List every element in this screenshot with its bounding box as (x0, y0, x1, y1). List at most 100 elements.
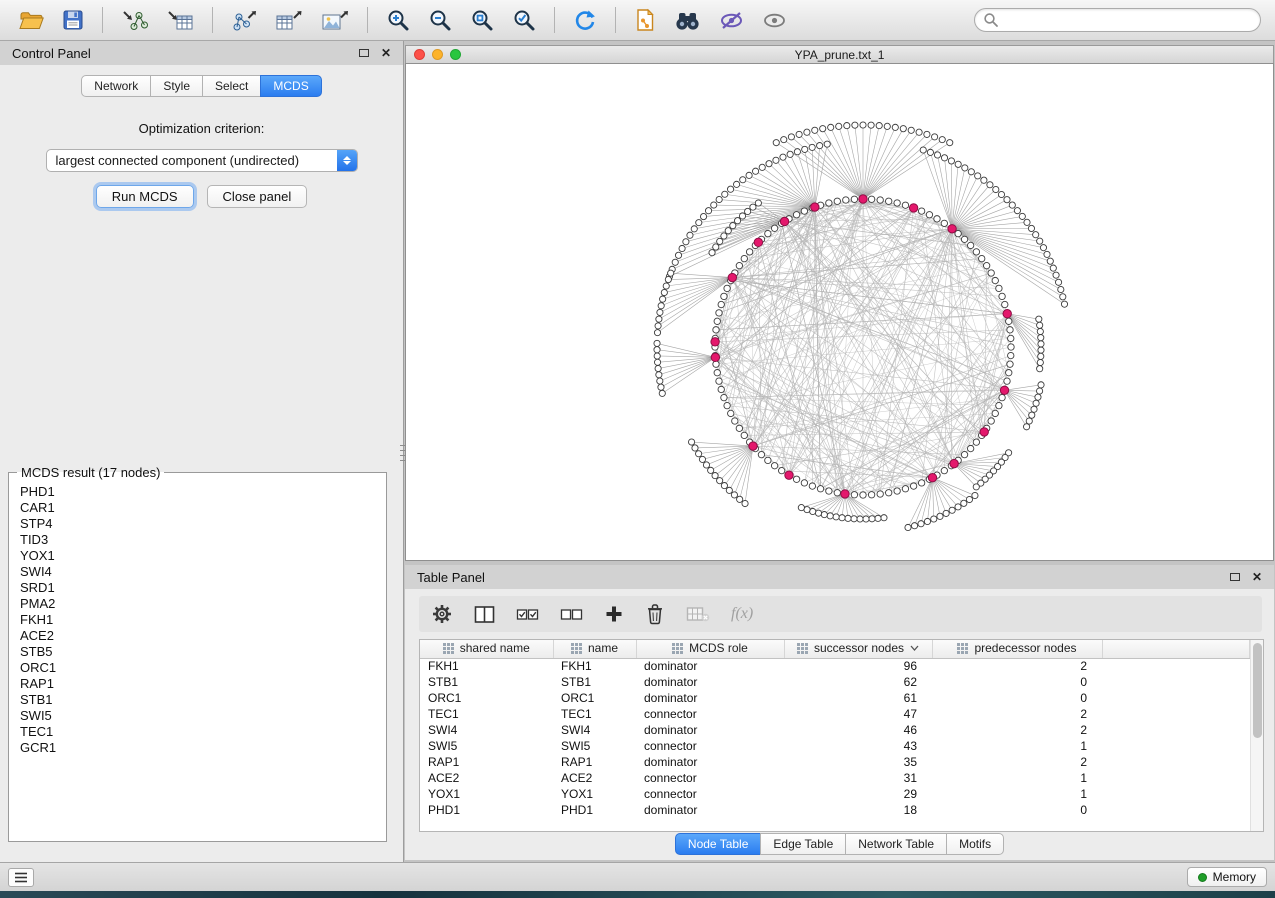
cell-name[interactable]: ORC1 (553, 690, 636, 706)
task-history-button[interactable] (8, 868, 34, 887)
import-network-button[interactable] (116, 7, 153, 34)
cell-predecessor-nodes[interactable]: 2 (932, 722, 1102, 738)
zoom-selected-button[interactable] (507, 6, 541, 34)
column-header-successor-nodes[interactable]: successor nodes (784, 640, 932, 658)
open-file-button[interactable] (14, 7, 49, 33)
mcds-result-item[interactable]: TID3 (9, 532, 386, 548)
zoom-out-button[interactable] (423, 6, 457, 34)
cell-shared-name[interactable]: ACE2 (420, 770, 553, 786)
table-row[interactable]: STB1STB1dominator620 (420, 674, 1250, 690)
table-row[interactable]: PHD1PHD1dominator180 (420, 802, 1250, 818)
show-graphics-button[interactable] (757, 8, 792, 33)
cell-successor-nodes[interactable]: 61 (784, 690, 932, 706)
cell-predecessor-nodes[interactable]: 0 (932, 802, 1102, 818)
cell-shared-name[interactable]: TEC1 (420, 706, 553, 722)
cell-predecessor-nodes[interactable]: 1 (932, 786, 1102, 802)
mcds-result-item[interactable]: ACE2 (9, 628, 386, 644)
mcds-result-item[interactable]: RAP1 (9, 676, 386, 692)
cell-mcds-role[interactable]: connector (636, 786, 784, 802)
mcds-result-item[interactable]: STP4 (9, 516, 386, 532)
table-row[interactable]: YOX1YOX1connector291 (420, 786, 1250, 802)
close-panel-button[interactable]: Close panel (207, 185, 308, 208)
export-image-button[interactable] (316, 7, 354, 34)
mcds-result-item[interactable]: TEC1 (9, 724, 386, 740)
duplicate-network-button[interactable] (629, 6, 661, 34)
column-header-name[interactable]: name (553, 640, 636, 658)
mcds-result-item[interactable]: ORC1 (9, 660, 386, 676)
memory-button[interactable]: Memory (1187, 867, 1267, 887)
mcds-result-item[interactable]: FKH1 (9, 612, 386, 628)
delete-table-button[interactable] (686, 606, 710, 623)
mcds-result-item[interactable]: PMA2 (9, 596, 386, 612)
cell-successor-nodes[interactable]: 35 (784, 754, 932, 770)
table-row[interactable]: TEC1TEC1connector472 (420, 706, 1250, 722)
cell-predecessor-nodes[interactable]: 2 (932, 658, 1102, 674)
column-header-shared-name[interactable]: shared name (420, 640, 553, 658)
cell-predecessor-nodes[interactable]: 2 (932, 754, 1102, 770)
float-panel-icon[interactable] (359, 49, 369, 57)
cell-name[interactable]: FKH1 (553, 658, 636, 674)
tab-style[interactable]: Style (150, 75, 203, 97)
run-mcds-button[interactable]: Run MCDS (96, 185, 194, 208)
hide-graphics-button[interactable] (714, 8, 749, 33)
close-panel-icon[interactable]: ✕ (381, 47, 391, 59)
table-row[interactable]: RAP1RAP1dominator352 (420, 754, 1250, 770)
mcds-result-item[interactable]: SWI5 (9, 708, 386, 724)
search-input[interactable] (999, 13, 1252, 27)
cell-shared-name[interactable]: YOX1 (420, 786, 553, 802)
zoom-fit-button[interactable] (465, 6, 499, 34)
cell-shared-name[interactable]: ORC1 (420, 690, 553, 706)
cell-mcds-role[interactable]: dominator (636, 722, 784, 738)
export-table-button[interactable] (270, 7, 308, 34)
cell-name[interactable]: TEC1 (553, 706, 636, 722)
cell-mcds-role[interactable]: dominator (636, 658, 784, 674)
table-row[interactable]: ORC1ORC1dominator610 (420, 690, 1250, 706)
cell-successor-nodes[interactable]: 18 (784, 802, 932, 818)
tab-edge-table[interactable]: Edge Table (760, 833, 846, 855)
cell-name[interactable]: SWI5 (553, 738, 636, 754)
export-network-button[interactable] (226, 7, 262, 34)
column-header-mcds-role[interactable]: MCDS role (636, 640, 784, 658)
function-builder-button[interactable]: f(x) (731, 605, 753, 623)
deselect-all-button[interactable] (560, 607, 583, 622)
import-table-button[interactable] (161, 7, 199, 34)
tab-network-table[interactable]: Network Table (845, 833, 947, 855)
cell-predecessor-nodes[interactable]: 1 (932, 738, 1102, 754)
tab-network[interactable]: Network (81, 75, 151, 97)
mcds-result-item[interactable]: GCR1 (9, 740, 386, 756)
float-table-panel-icon[interactable] (1230, 573, 1240, 581)
cell-predecessor-nodes[interactable]: 0 (932, 674, 1102, 690)
cell-name[interactable]: PHD1 (553, 802, 636, 818)
cell-successor-nodes[interactable]: 43 (784, 738, 932, 754)
find-network-button[interactable] (669, 8, 706, 33)
cell-mcds-role[interactable]: dominator (636, 674, 784, 690)
criterion-select[interactable]: largest connected component (undirected) (46, 149, 358, 172)
cell-successor-nodes[interactable]: 46 (784, 722, 932, 738)
column-header-predecessor-nodes[interactable]: predecessor nodes (932, 640, 1102, 658)
cell-mcds-role[interactable]: dominator (636, 690, 784, 706)
cell-name[interactable]: YOX1 (553, 786, 636, 802)
cell-shared-name[interactable]: PHD1 (420, 802, 553, 818)
table-row[interactable]: FKH1FKH1dominator962 (420, 658, 1250, 674)
save-button[interactable] (57, 7, 89, 33)
table-row[interactable]: ACE2ACE2connector311 (420, 770, 1250, 786)
cell-shared-name[interactable]: SWI4 (420, 722, 553, 738)
search-box[interactable] (974, 8, 1261, 32)
mcds-result-item[interactable]: PHD1 (9, 484, 386, 500)
mcds-result-item[interactable]: SRD1 (9, 580, 386, 596)
close-table-panel-icon[interactable]: ✕ (1252, 571, 1262, 583)
mcds-result-item[interactable]: CAR1 (9, 500, 386, 516)
cell-name[interactable]: ACE2 (553, 770, 636, 786)
network-titlebar[interactable]: YPA_prune.txt_1 (405, 45, 1274, 63)
delete-column-button[interactable] (645, 603, 665, 625)
network-graph[interactable] (406, 64, 1274, 560)
mcds-result-item[interactable]: YOX1 (9, 548, 386, 564)
cell-shared-name[interactable]: FKH1 (420, 658, 553, 674)
refresh-button[interactable] (568, 6, 602, 34)
cell-predecessor-nodes[interactable]: 1 (932, 770, 1102, 786)
table-scrollbar[interactable] (1250, 640, 1263, 831)
tab-mcds[interactable]: MCDS (260, 75, 321, 97)
cell-mcds-role[interactable]: connector (636, 770, 784, 786)
mcds-result-item[interactable]: STB5 (9, 644, 386, 660)
zoom-in-button[interactable] (381, 6, 415, 34)
